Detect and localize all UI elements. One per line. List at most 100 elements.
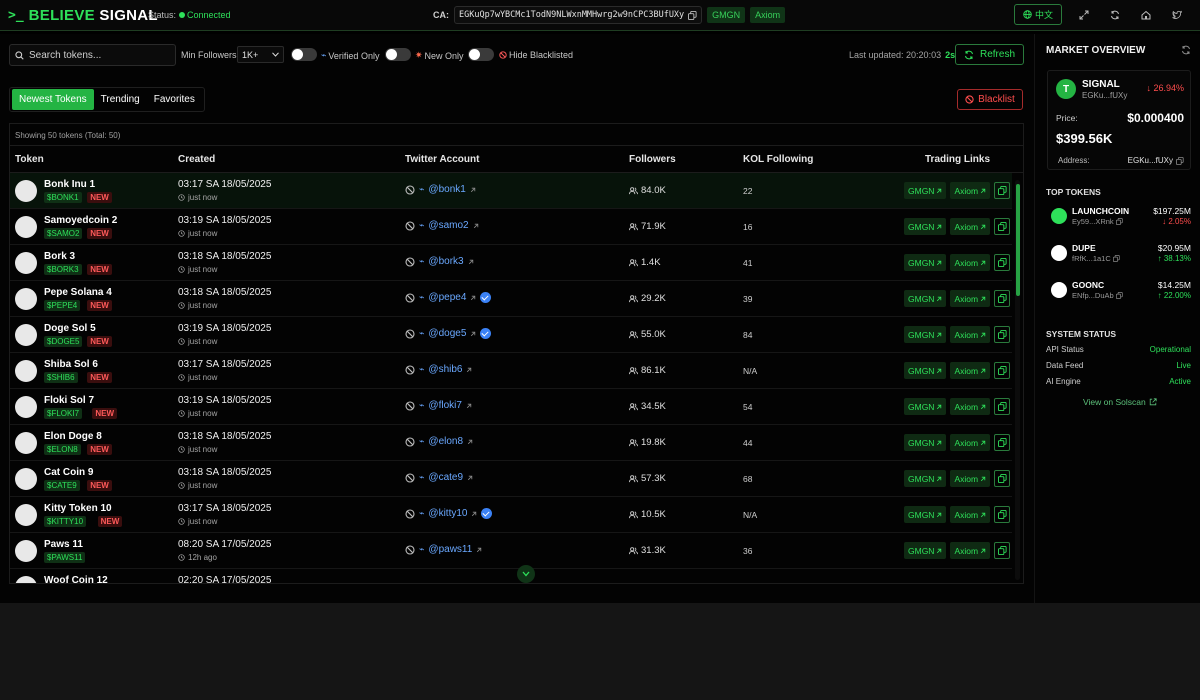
copy-address-button[interactable] — [994, 326, 1011, 343]
ban-icon[interactable] — [405, 220, 415, 231]
copy-address-button[interactable] — [994, 290, 1011, 307]
gmgn-link[interactable]: GMGN — [904, 542, 947, 559]
ban-icon[interactable] — [405, 256, 415, 267]
copy-address-button[interactable] — [994, 182, 1011, 199]
new-only-toggle[interactable] — [385, 48, 411, 61]
ban-icon[interactable] — [405, 472, 415, 483]
twitter-handle[interactable]: @cate9 — [428, 472, 463, 483]
refresh-icon[interactable] — [1181, 45, 1191, 55]
table-row[interactable]: Bork 3 $BORK3 NEW 03:18 SA 18/05/2025 just n… — [10, 245, 1012, 281]
copy-address-button[interactable] — [994, 542, 1011, 559]
sync-button[interactable] — [1099, 4, 1130, 25]
ban-icon[interactable] — [405, 364, 415, 375]
axiom-link[interactable]: Axiom — [950, 398, 991, 415]
search-input[interactable] — [29, 49, 169, 61]
scroll-down-button[interactable] — [517, 565, 535, 583]
table-row[interactable]: Cat Coin 9 $CATE9 NEW 03:18 SA 18/05/2025 ju… — [10, 461, 1012, 497]
axiom-link[interactable]: Axiom — [950, 434, 991, 451]
twitter-handle[interactable]: @bonk1 — [428, 184, 465, 195]
token-name[interactable]: Woof Coin 12 — [44, 575, 108, 583]
axiom-link[interactable]: Axiom — [950, 470, 991, 487]
axiom-link[interactable]: Axiom — [950, 290, 991, 307]
home-button[interactable] — [1130, 4, 1161, 25]
copy-icon[interactable] — [688, 10, 697, 20]
copy-address-button[interactable] — [994, 398, 1011, 415]
gmgn-link[interactable]: GMGN — [904, 506, 947, 523]
gmgn-link[interactable]: GMGN — [904, 326, 947, 343]
table-row[interactable]: Paws 11 $PAWS11 08:20 SA 17/05/2025 12h ago… — [10, 533, 1012, 569]
token-name[interactable]: Floki Sol 7 — [44, 395, 94, 406]
gmgn-link[interactable]: GMGN — [904, 398, 947, 415]
language-button[interactable]: 中文 — [1014, 4, 1062, 25]
copy-address-button[interactable] — [994, 218, 1011, 235]
ban-icon[interactable] — [405, 436, 415, 447]
axiom-link[interactable]: Axiom — [950, 218, 991, 235]
twitter-handle[interactable]: @shib6 — [428, 364, 462, 375]
twitter-handle[interactable]: @doge5 — [428, 328, 466, 339]
hide-blacklisted-toggle[interactable] — [468, 48, 494, 61]
ban-icon[interactable] — [405, 400, 415, 411]
table-row[interactable]: Elon Doge 8 $ELON8 NEW 03:18 SA 18/05/2025 j… — [10, 425, 1012, 461]
ban-icon[interactable] — [405, 544, 415, 555]
external-link-icon[interactable] — [466, 403, 472, 409]
tab-favorites[interactable]: Favorites — [147, 89, 202, 110]
logo[interactable]: >_ BELIEVE SIGNAL — [8, 7, 158, 24]
axiom-link[interactable]: Axiom — [950, 362, 991, 379]
twitter-handle[interactable]: @bork3 — [428, 256, 463, 267]
search-box[interactable] — [9, 44, 176, 66]
table-row[interactable]: Samoyedcoin 2 $SAMO2 NEW 03:19 SA 18/05/202… — [10, 209, 1012, 245]
gmgn-link[interactable]: GMGN — [904, 182, 947, 199]
ca-gmgn-link[interactable]: GMGN — [707, 7, 746, 23]
external-link-icon[interactable] — [476, 547, 482, 553]
ban-icon[interactable] — [405, 508, 415, 519]
token-name[interactable]: Bonk Inu 1 — [44, 179, 95, 190]
top-token-item[interactable]: GOONC ENfp...DuAb $14.25M ↑ 22.00% — [1046, 279, 1194, 313]
axiom-link[interactable]: Axiom — [950, 326, 991, 343]
twitter-button[interactable] — [1161, 4, 1192, 25]
token-name[interactable]: Doge Sol 5 — [44, 323, 96, 334]
copy-address-button[interactable] — [994, 254, 1011, 271]
table-row[interactable]: Bonk Inu 1 $BONK1 NEW 03:17 SA 18/05/2025 ju… — [10, 173, 1012, 209]
external-link-icon[interactable] — [470, 295, 476, 301]
table-row[interactable]: Kitty Token 10 $KITTY10 NEW 03:17 SA 18/05/… — [10, 497, 1012, 533]
axiom-link[interactable]: Axiom — [950, 254, 991, 271]
gmgn-link[interactable]: GMGN — [904, 470, 947, 487]
ban-icon[interactable] — [405, 184, 415, 195]
token-name[interactable]: Kitty Token 10 — [44, 503, 112, 514]
copy-address-button[interactable] — [994, 434, 1011, 451]
external-link-icon[interactable] — [467, 475, 473, 481]
token-name[interactable]: Bork 3 — [44, 251, 75, 262]
gmgn-link[interactable]: GMGN — [904, 254, 947, 271]
gmgn-link[interactable]: GMGN — [904, 362, 947, 379]
table-row[interactable]: Shiba Sol 6 $SHIB6 NEW 03:17 SA 18/05/2025 j… — [10, 353, 1012, 389]
scrollbar-thumb[interactable] — [1016, 184, 1020, 296]
tab-trending[interactable]: Trending — [94, 89, 147, 110]
gmgn-link[interactable]: GMGN — [904, 290, 947, 307]
copy-address-button[interactable] — [994, 506, 1011, 523]
ban-icon[interactable] — [405, 292, 415, 303]
top-token-item[interactable]: DUPE fRfK...1a1C $20.95M ↑ 38.13% — [1046, 242, 1194, 276]
external-link-icon[interactable] — [466, 367, 472, 373]
token-name[interactable]: Samoyedcoin 2 — [44, 215, 117, 226]
table-row[interactable]: Pepe Solana 4 $PEPE4 NEW 03:18 SA 18/05/202… — [10, 281, 1012, 317]
twitter-handle[interactable]: @elon8 — [428, 436, 463, 447]
axiom-link[interactable]: Axiom — [950, 542, 991, 559]
ca-value-box[interactable]: EGKuQp7wYBCMc1TodN9NLWxnMMHwrg2w9nCPC3BU… — [454, 6, 703, 24]
token-name[interactable]: Shiba Sol 6 — [44, 359, 98, 370]
solscan-link[interactable]: View on Solscan — [1083, 397, 1157, 407]
token-name[interactable]: Pepe Solana 4 — [44, 287, 112, 298]
twitter-handle[interactable]: @floki7 — [428, 400, 462, 411]
gmgn-link[interactable]: GMGN — [904, 434, 947, 451]
axiom-link[interactable]: Axiom — [950, 506, 991, 523]
external-link-icon[interactable] — [467, 439, 473, 445]
min-followers-select[interactable]: 1K+ — [237, 46, 284, 63]
twitter-handle[interactable]: @samo2 — [428, 220, 468, 231]
verified-toggle[interactable] — [291, 48, 317, 61]
top-token-item[interactable]: LAUNCHCOIN Ey59...XRnk $197.25M ↓ 2.05% — [1046, 205, 1194, 239]
gmgn-link[interactable]: GMGN — [904, 218, 947, 235]
signal-address[interactable]: EGKu...fUXy — [1128, 156, 1184, 165]
copy-address-button[interactable] — [994, 470, 1011, 487]
refresh-button[interactable]: Refresh — [955, 44, 1024, 65]
external-link-icon[interactable] — [470, 331, 476, 337]
twitter-handle[interactable]: @pepe4 — [428, 292, 466, 303]
